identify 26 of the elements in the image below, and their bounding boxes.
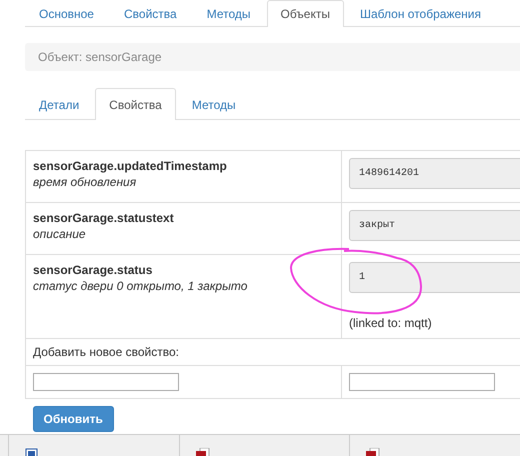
value-field[interactable]: 1 <box>349 262 520 293</box>
tab[interactable]: Детали <box>25 88 94 120</box>
property-description: статус двери 0 открыто, 1 закрыто <box>33 279 248 293</box>
add-property-label: Добавить новое свойство: <box>33 345 179 359</box>
value-field[interactable]: закрыт <box>349 210 520 241</box>
tab[interactable]: Методы <box>178 88 250 120</box>
tab[interactable]: Основное <box>25 0 108 27</box>
input-field[interactable] <box>349 373 495 391</box>
input-field[interactable] <box>33 373 179 391</box>
object-heading: Объект: sensorGarage <box>38 50 162 64</box>
property-name: sensorGarage.status <box>33 263 154 277</box>
property-name: sensorGarage.updatedTimestamp <box>33 159 228 173</box>
tab[interactable]: Методы <box>192 0 264 27</box>
tab[interactable]: Шаблон отображения <box>346 0 495 27</box>
property-description: время обновления <box>33 175 138 189</box>
property-description: описание <box>33 227 87 241</box>
tab[interactable]: Объекты <box>266 0 344 27</box>
tab[interactable]: Свойства <box>95 88 176 120</box>
document-icon[interactable] <box>25 448 39 456</box>
file-icon[interactable] <box>196 448 210 456</box>
property-name: sensorGarage.statustext <box>33 211 175 225</box>
tab[interactable]: Свойства <box>110 0 191 27</box>
update-button[interactable]: Обновить <box>32 406 114 432</box>
linked-note: (linked to: mqtt) <box>349 316 433 330</box>
value-field[interactable]: 1489614201 <box>349 158 520 189</box>
file-icon[interactable] <box>366 448 380 456</box>
